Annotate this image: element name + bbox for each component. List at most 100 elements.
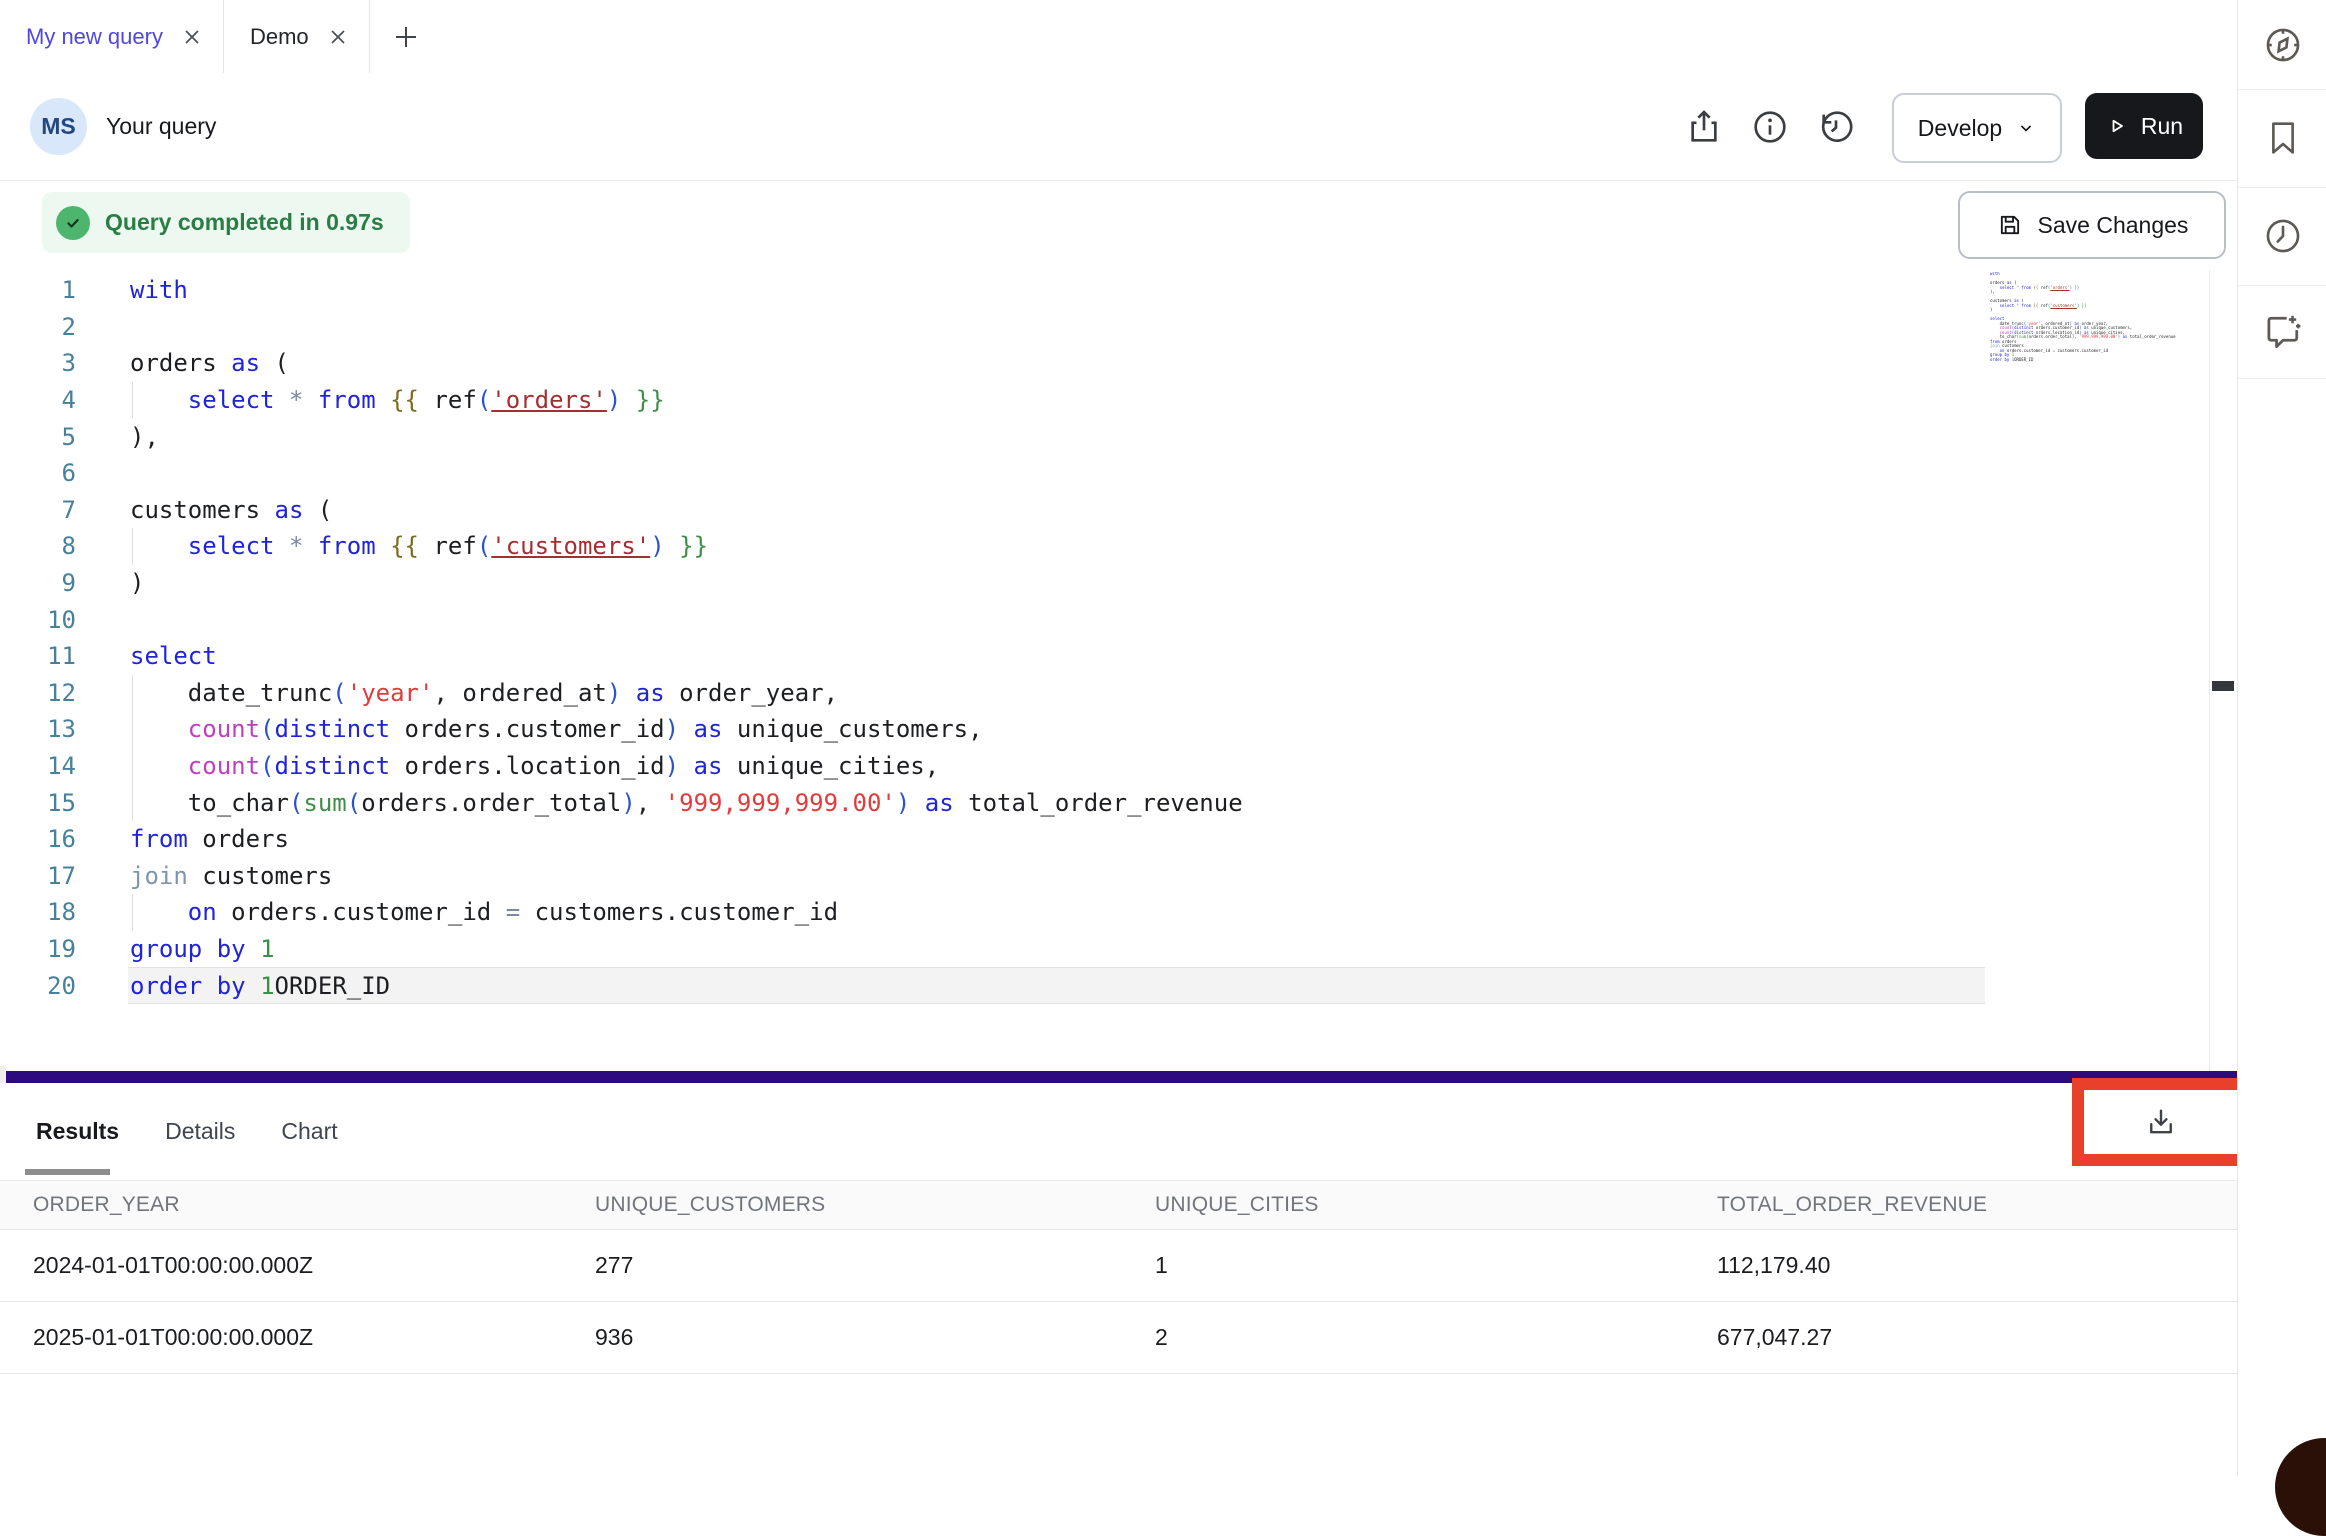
code-line[interactable]: 16from orders bbox=[0, 821, 2209, 858]
tab-chart[interactable]: Chart bbox=[281, 1118, 337, 1145]
tab-label: My new query bbox=[26, 24, 163, 50]
panel-splitter[interactable] bbox=[6, 1071, 2237, 1083]
column-header: UNIQUE_CUSTOMERS bbox=[562, 1193, 1122, 1217]
tab-my-new-query[interactable]: My new query bbox=[0, 0, 224, 73]
share-button[interactable] bbox=[1682, 105, 1726, 149]
code-text: to_char(sum(orders.order_total), '999,99… bbox=[130, 789, 1243, 817]
annotation-highlight-box bbox=[2072, 1078, 2250, 1166]
chevron-down-icon bbox=[2016, 118, 2036, 138]
code-line[interactable]: 11 select bbox=[0, 638, 2209, 675]
code-line[interactable]: 14 count(distinct orders.location_id) as… bbox=[0, 748, 2209, 785]
tab-results[interactable]: Results bbox=[36, 1118, 119, 1145]
code-line[interactable]: 8 select * from {{ ref('customers') }} bbox=[0, 528, 2209, 565]
code-text: with bbox=[130, 276, 188, 304]
query-status-badge: Query completed in 0.97s bbox=[42, 192, 410, 253]
line-number: 7 bbox=[0, 496, 76, 524]
code-line[interactable]: 1with bbox=[0, 272, 2209, 309]
table-cell: 2024-01-01T00:00:00.000Z bbox=[0, 1252, 562, 1279]
code-text: count(distinct orders.location_id) as un… bbox=[130, 752, 939, 780]
column-header: ORDER_YEAR bbox=[0, 1193, 562, 1217]
run-button[interactable]: Run bbox=[2085, 93, 2203, 159]
active-tab-indicator bbox=[25, 1169, 110, 1175]
close-tab-icon[interactable] bbox=[181, 26, 203, 48]
close-tab-icon[interactable] bbox=[327, 26, 349, 48]
code-line[interactable]: 6 bbox=[0, 455, 2209, 492]
line-number: 16 bbox=[0, 825, 76, 853]
clock-button[interactable] bbox=[2238, 187, 2326, 286]
code-line[interactable]: 9) bbox=[0, 565, 2209, 602]
code-line[interactable]: 10 bbox=[0, 601, 2209, 638]
page-title: Your query bbox=[106, 113, 216, 140]
code-line[interactable]: 19group by 1 bbox=[0, 931, 2209, 968]
code-text: order by 1ORDER_ID bbox=[130, 972, 390, 1000]
line-number: 6 bbox=[0, 459, 76, 487]
history-button[interactable] bbox=[1814, 105, 1858, 149]
sql-code-editor[interactable]: 1with 2 3 orders as ( 4 select * from {{ ref… bbox=[0, 272, 2209, 1004]
code-line[interactable]: 20order by 1ORDER_ID bbox=[0, 967, 2209, 1004]
line-number: 19 bbox=[0, 935, 76, 963]
scrollbar-thumb[interactable] bbox=[2212, 681, 2234, 691]
line-number: 4 bbox=[0, 386, 76, 414]
line-number: 17 bbox=[0, 862, 76, 890]
minimap-line: order by 1ORDER_ID bbox=[1990, 358, 2206, 363]
code-text: on orders.customer_id = customers.custom… bbox=[130, 898, 838, 926]
line-number: 8 bbox=[0, 532, 76, 560]
code-text: select * from {{ ref('orders') }} bbox=[130, 386, 665, 414]
code-line[interactable]: 7 customers as ( bbox=[0, 492, 2209, 529]
table-row: 2025-01-01T00:00:00.000Z9362677,047.27 bbox=[0, 1302, 2237, 1374]
code-text: select * from {{ ref('customers') }} bbox=[130, 532, 708, 560]
editor-minimap[interactable]: withorders as ( select * from {{ ref('or… bbox=[1990, 272, 2206, 402]
editor-tab-bar: My new query Demo bbox=[0, 0, 2237, 74]
save-icon bbox=[1996, 211, 2024, 239]
code-line[interactable]: 4 select * from {{ ref('orders') }} bbox=[0, 382, 2209, 419]
results-table-header: ORDER_YEARUNIQUE_CUSTOMERSUNIQUE_CITIEST… bbox=[0, 1180, 2237, 1230]
line-number: 14 bbox=[0, 752, 76, 780]
avatar: MS bbox=[30, 98, 87, 155]
clock-icon bbox=[2262, 215, 2304, 257]
compass-button[interactable] bbox=[2238, 0, 2326, 90]
line-number: 5 bbox=[0, 423, 76, 451]
line-number: 3 bbox=[0, 349, 76, 377]
download-results-button[interactable] bbox=[2084, 1090, 2238, 1154]
line-number: 2 bbox=[0, 313, 76, 341]
share-icon bbox=[1684, 107, 1724, 147]
chat-sparkles-icon bbox=[2261, 310, 2305, 354]
line-number: 12 bbox=[0, 679, 76, 707]
line-number: 10 bbox=[0, 606, 76, 634]
editor-scrollbar[interactable] bbox=[2209, 270, 2237, 1071]
table-cell: 936 bbox=[562, 1324, 1122, 1351]
code-text: ) bbox=[130, 569, 144, 597]
results-panel: Results Details Chart ORDER_YEARUNIQUE_C… bbox=[0, 1083, 2237, 1476]
tab-details[interactable]: Details bbox=[165, 1118, 235, 1145]
query-header: MS Your query Develop Run bbox=[0, 73, 2237, 181]
code-line[interactable]: 13 count(distinct orders.customer_id) as… bbox=[0, 711, 2209, 748]
bookmark-button[interactable] bbox=[2238, 89, 2326, 188]
line-number: 11 bbox=[0, 642, 76, 670]
code-line[interactable]: 17 join customers bbox=[0, 858, 2209, 895]
code-line[interactable]: 5), bbox=[0, 418, 2209, 455]
new-tab-button[interactable] bbox=[370, 0, 442, 73]
play-icon bbox=[2105, 114, 2129, 138]
tab-demo[interactable]: Demo bbox=[224, 0, 370, 73]
code-line[interactable]: 3 orders as ( bbox=[0, 345, 2209, 382]
save-changes-button[interactable]: Save Changes bbox=[1958, 191, 2226, 259]
develop-label: Develop bbox=[1918, 115, 2002, 142]
code-text: orders as ( bbox=[130, 349, 289, 377]
minimap-line: to_char(sum(orders.order_total), '999,99… bbox=[1990, 335, 2206, 340]
code-text: join customers bbox=[130, 862, 332, 890]
code-text: select bbox=[130, 642, 217, 670]
develop-dropdown[interactable]: Develop bbox=[1892, 93, 2062, 163]
code-line[interactable]: 12 date_trunc('year', ordered_at) as ord… bbox=[0, 675, 2209, 712]
line-number: 18 bbox=[0, 898, 76, 926]
code-line[interactable]: 18 on orders.customer_id = customers.cus… bbox=[0, 894, 2209, 931]
code-text: date_trunc('year', ordered_at) as order_… bbox=[130, 679, 838, 707]
status-message: Query completed in 0.97s bbox=[105, 209, 384, 236]
info-button[interactable] bbox=[1748, 105, 1792, 149]
save-changes-label: Save Changes bbox=[2038, 212, 2189, 239]
compass-icon bbox=[2262, 24, 2304, 66]
code-line[interactable]: 2 bbox=[0, 309, 2209, 346]
ai-chat-button[interactable] bbox=[2238, 285, 2326, 379]
code-text: customers as ( bbox=[130, 496, 332, 524]
code-line[interactable]: 15 to_char(sum(orders.order_total), '999… bbox=[0, 784, 2209, 821]
plus-icon bbox=[392, 23, 420, 51]
